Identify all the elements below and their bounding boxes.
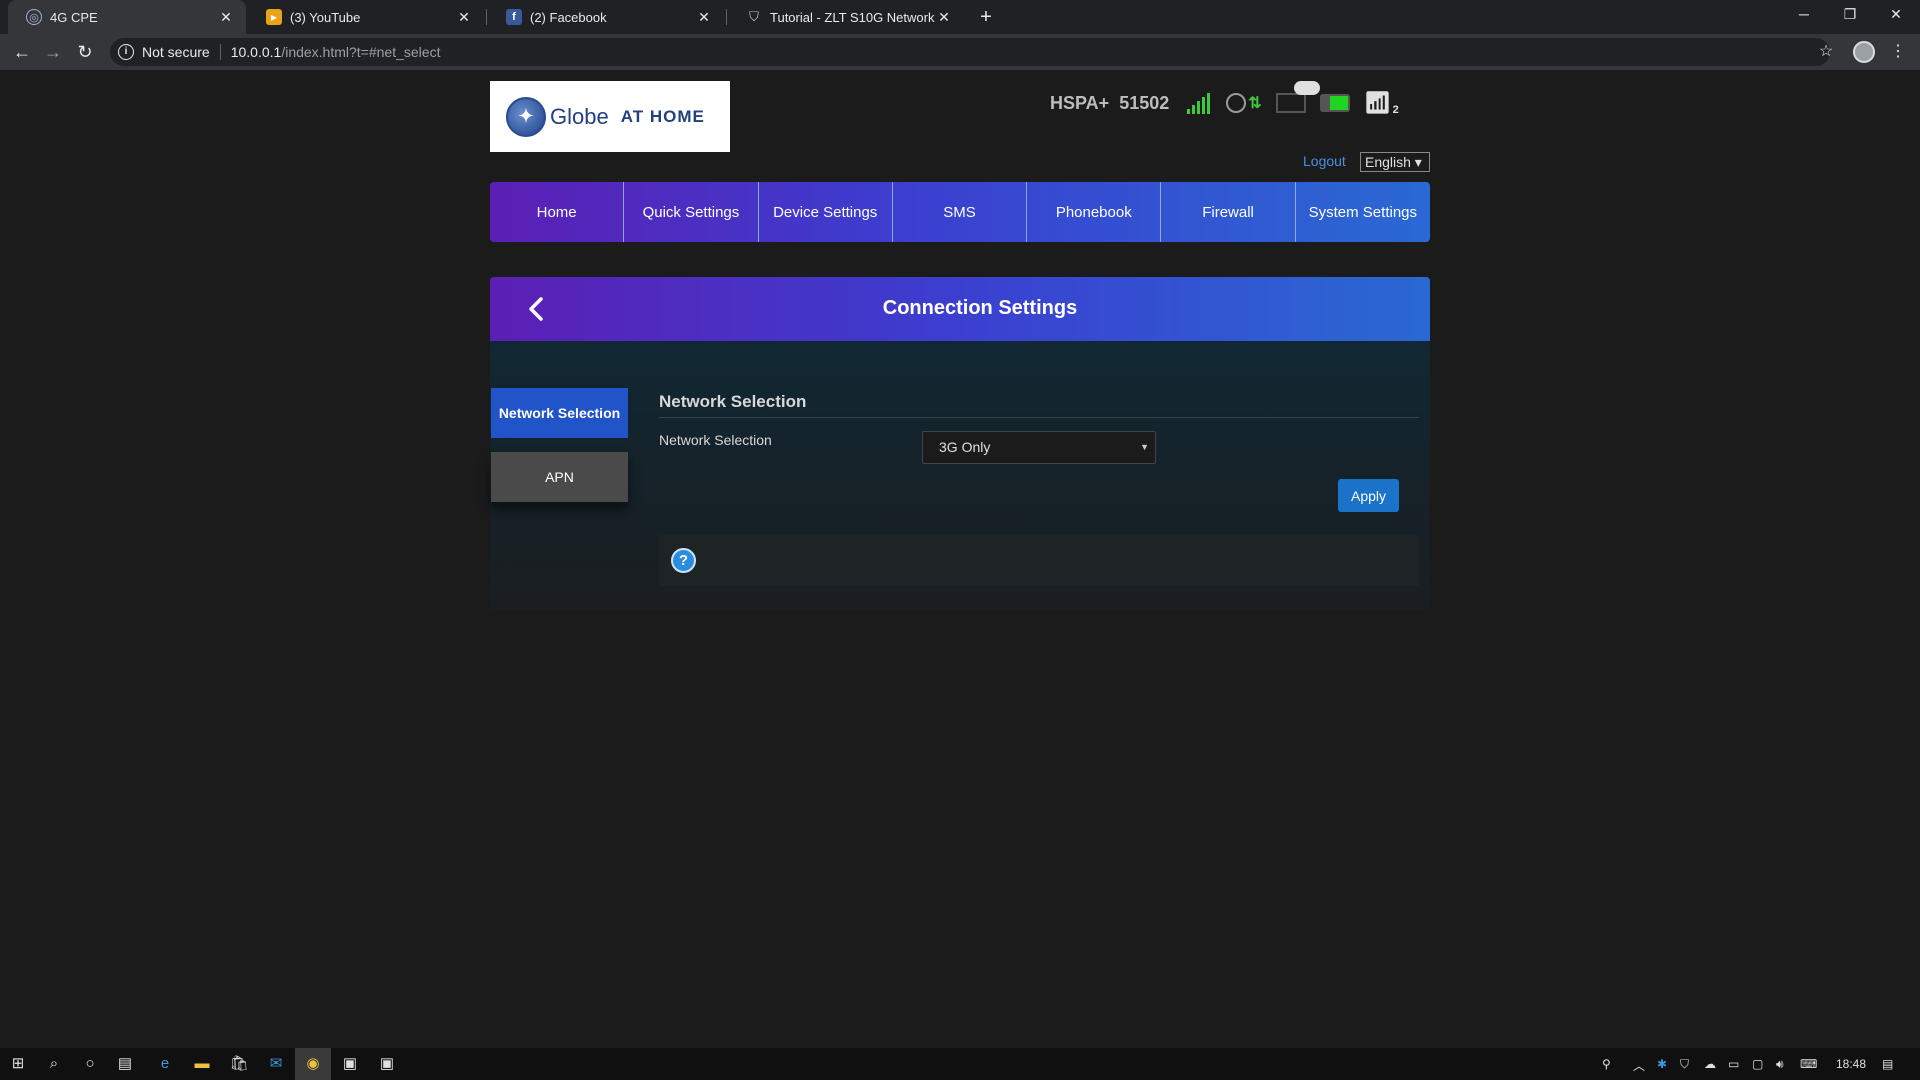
tab-4g-cpe[interactable]: ◎ 4G CPE ✕	[8, 0, 246, 34]
network-app-icon[interactable]: ▣	[377, 1054, 397, 1074]
mail-app-icon[interactable]: ✉	[266, 1054, 286, 1074]
file-explorer-icon[interactable]: ▬	[192, 1054, 212, 1074]
network-tray-icon[interactable]: ▢	[1752, 1057, 1763, 1071]
volume-icon[interactable]: 🔊︎	[1776, 1057, 1784, 1072]
nav-device-settings[interactable]: Device Settings	[759, 182, 893, 242]
back-arrow-icon[interactable]: ←	[10, 40, 34, 64]
signal-strength-icon	[1187, 92, 1212, 114]
nav-system-settings[interactable]: System Settings	[1296, 182, 1430, 242]
wifi-icon: 📶︎ 2	[1363, 90, 1399, 116]
nav-quick-settings[interactable]: Quick Settings	[624, 182, 759, 242]
section-title: Network Selection	[659, 392, 807, 411]
tray-chevron-up-icon[interactable]: ︿	[1633, 1057, 1645, 1074]
tab-separator	[726, 9, 727, 25]
router-icon: ◎	[26, 9, 42, 25]
help-question-icon[interactable]: ?	[671, 548, 696, 573]
info-icon[interactable]: i	[118, 44, 134, 60]
store-icon[interactable]: 🛍︎	[229, 1054, 249, 1074]
battery-icon	[1319, 94, 1350, 112]
browser-toolbar: ← → ↻ i Not secure 10.0.0.1 /index.html?…	[0, 34, 1920, 70]
help-box: ?	[659, 535, 1419, 586]
chrome-icon[interactable]: ◉	[303, 1054, 323, 1074]
nav-home[interactable]: Home	[490, 182, 625, 242]
nav-phonebook[interactable]: Phonebook	[1027, 182, 1162, 242]
profile-avatar-icon[interactable]	[1853, 41, 1875, 63]
people-icon[interactable]: ⚲	[1602, 1057, 1611, 1071]
wifi-client-count: 2	[1392, 104, 1399, 116]
edge-browser-icon[interactable]: e	[155, 1054, 175, 1074]
panel-title: Connection Settings	[882, 297, 1078, 319]
windows-taskbar: ⊞ ⌕ ○ ▤ e ▬ 🛍︎ ✉ ◉ ▣ ▣ ⚲ ︿ ✱ ⛉ ☁ ▭ ▢ 🔊︎ …	[0, 1048, 1920, 1080]
task-view-icon[interactable]: ▤	[115, 1054, 135, 1074]
router-admin-page: ✦ Globe AT HOME HSPA+ 51502 ⇅ 📶︎ 2 Logout…	[0, 70, 1920, 1048]
tablet-icon[interactable]: ▭	[1728, 1057, 1739, 1071]
sidebar-item-apn[interactable]: APN	[491, 452, 628, 502]
close-icon[interactable]: ✕	[456, 9, 472, 25]
tab-tutorial[interactable]: ⛉ Tutorial - ZLT S10G Network Sele ✕	[728, 0, 964, 34]
status-bar: HSPA+ 51502 ⇅ 📶︎ 2	[1050, 81, 1413, 118]
apply-button[interactable]: Apply	[1338, 479, 1399, 512]
reload-icon[interactable]: ↻	[73, 40, 97, 64]
globe-emblem-icon: ✦	[506, 96, 546, 137]
panel-header: Connection Settings	[490, 277, 1430, 341]
tab-facebook[interactable]: f (2) Facebook ✕	[488, 0, 724, 34]
internet-connected-icon: ⇅	[1226, 93, 1262, 113]
cortana-icon[interactable]: ○	[80, 1054, 100, 1074]
network-selection-select[interactable]: 3G Only ▼	[922, 431, 1156, 464]
windows-start-icon[interactable]: ⊞	[8, 1054, 28, 1074]
clock[interactable]: 18:48	[1836, 1057, 1866, 1071]
security-label: Not secure	[142, 44, 210, 60]
bluetooth-icon[interactable]: ✱	[1657, 1057, 1667, 1071]
app-window-icon[interactable]: ▣	[340, 1054, 360, 1074]
bookmark-star-icon[interactable]: ☆	[1814, 40, 1838, 64]
keyboard-icon[interactable]: ⌨	[1800, 1057, 1817, 1071]
network-selection-label: Network Selection	[659, 432, 772, 448]
language-select[interactable]: English ▾	[1360, 152, 1430, 172]
connection-settings-panel: Connection Settings Network Selection AP…	[490, 277, 1430, 610]
tab-separator	[486, 9, 487, 25]
nav-sms[interactable]: SMS	[893, 182, 1028, 242]
nav-firewall[interactable]: Firewall	[1161, 182, 1296, 242]
address-bar[interactable]: i Not secure 10.0.0.1 /index.html?t=#net…	[110, 38, 1830, 66]
security-shield-icon[interactable]: ⛉	[1680, 1057, 1689, 1072]
sms-envelope-icon	[1275, 81, 1320, 113]
sms-badge	[1293, 81, 1320, 95]
close-icon[interactable]: ✕	[696, 9, 712, 25]
new-tab-button[interactable]: +	[974, 5, 998, 29]
tab-youtube[interactable]: ▶ (3) YouTube ✕	[248, 0, 484, 34]
minimize-icon[interactable]: ─	[1781, 0, 1827, 30]
kebab-menu-icon[interactable]: ⋮	[1888, 40, 1908, 64]
close-icon[interactable]: ✕	[218, 9, 234, 25]
url-path: /index.html?t=#net_select	[281, 44, 441, 60]
network-type: HSPA+ 51502	[1050, 92, 1170, 113]
youtube-icon: ▶	[266, 9, 282, 25]
browser-tab-strip: ◎ 4G CPE ✕ ▶ (3) YouTube ✕ f (2) Faceboo…	[0, 0, 1920, 34]
logout-link[interactable]: Logout	[1303, 153, 1346, 169]
shield-icon: ⛉	[749, 9, 759, 24]
onedrive-icon[interactable]: ☁	[1704, 1057, 1716, 1071]
close-icon[interactable]: ✕	[936, 9, 952, 25]
search-icon[interactable]: ⌕	[44, 1054, 64, 1074]
section-divider	[659, 417, 1419, 418]
forward-arrow-icon[interactable]: →	[41, 40, 65, 64]
chevron-down-icon: ▼	[1140, 442, 1149, 452]
window-close-icon[interactable]: ✕	[1873, 0, 1919, 30]
url-host: 10.0.0.1	[230, 44, 282, 60]
sidebar-item-network-selection[interactable]: Network Selection	[491, 388, 628, 438]
facebook-icon: f	[506, 9, 522, 25]
url-separator	[219, 44, 221, 60]
action-center-icon[interactable]: ▤	[1882, 1057, 1893, 1071]
globe-logo: ✦ Globe AT HOME	[490, 81, 730, 152]
restore-icon[interactable]: ❐	[1827, 0, 1873, 30]
main-navigation: Home Quick Settings Device Settings SMS …	[490, 182, 1430, 242]
